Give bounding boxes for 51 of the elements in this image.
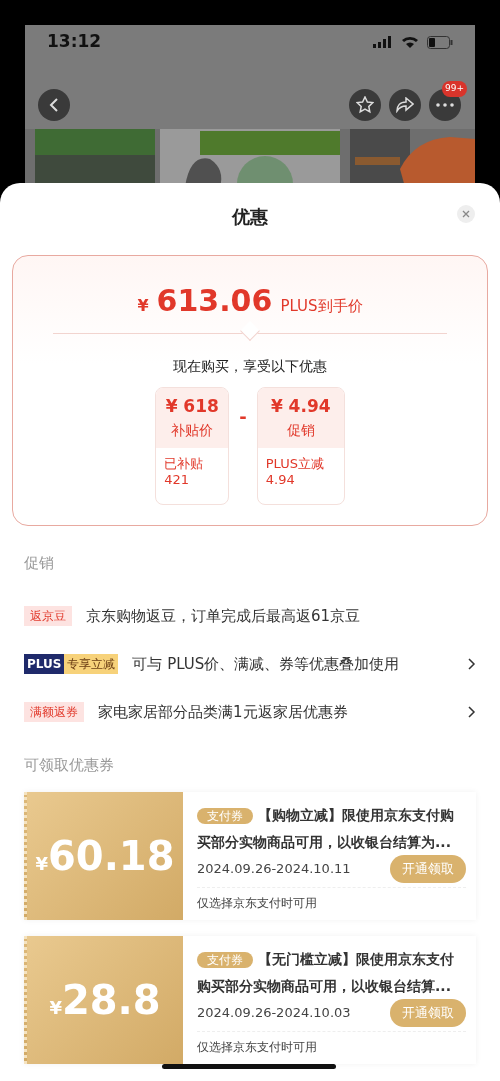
promo-tag: 专享立减: [64, 654, 119, 674]
promo-text: 可与 PLUS价、满减、券等优惠叠加使用: [132, 653, 401, 675]
section-heading: 可领取优惠券: [23, 755, 115, 776]
detail-value: 4.94: [265, 471, 296, 488]
coupon-date: 2024.09.26-2024.10.03: [197, 1004, 351, 1023]
chevron-icon[interactable]: [468, 706, 476, 718]
favorite-button[interactable]: [349, 89, 381, 121]
promo-text: 家电家居部分品类满1元返家居优惠券: [98, 701, 349, 723]
star-icon: [356, 96, 374, 114]
detail-label: PLUS立减: [265, 456, 325, 472]
chevron-icon[interactable]: [468, 658, 476, 670]
discount-subtitle: 现在购买，享受以下优惠: [172, 357, 328, 376]
back-button[interactable]: [38, 89, 70, 121]
status-time: 13:12: [47, 30, 102, 54]
battery-icon: [427, 35, 453, 49]
price-label: PLUS到手价: [280, 296, 363, 317]
plus-tag: PLUS: [24, 654, 65, 674]
claim-button[interactable]: 开通领取: [390, 855, 466, 883]
coupon-amount: 60.18: [48, 832, 175, 881]
share-icon: [396, 97, 414, 113]
detail-value: 421: [164, 471, 191, 488]
currency-symbol: ¥: [49, 996, 62, 1020]
sheet-title: 优惠: [230, 205, 269, 229]
more-icon: [436, 103, 454, 107]
currency-symbol: ¥: [137, 295, 149, 317]
claim-button[interactable]: 开通领取: [390, 999, 466, 1027]
section-heading: 促销: [23, 553, 55, 574]
currency-symbol: ¥: [35, 852, 48, 876]
share-button[interactable]: [389, 89, 421, 121]
coupon-amount: 28.8: [61, 976, 161, 1025]
signal-icon: [373, 36, 393, 48]
amount-label: 促销: [285, 420, 316, 440]
coupon-note: 仅选择京东支付时可用: [197, 894, 318, 912]
back-icon: [48, 97, 60, 113]
coupon-title: 支付券 【购物立减】限使用京东支付购买部分实物商品可用，以收银台结算为...: [197, 806, 455, 852]
amount-label: 补贴价: [170, 420, 215, 440]
final-price: 613.06: [156, 282, 273, 320]
coupon-title: 支付券 【无门槛立减】限使用京东支付购买部分实物商品可用，以收银台结算...: [197, 950, 455, 996]
promo-tag: 满额返券: [24, 702, 84, 722]
detail-label: 已补贴: [164, 456, 205, 472]
close-icon: [462, 210, 470, 218]
amount: ¥ 4.94: [269, 395, 332, 418]
notification-badge: 99+: [442, 81, 467, 97]
amount: ¥ 618: [164, 395, 220, 418]
minus-sign: -: [238, 405, 248, 429]
coupon-date: 2024.09.26-2024.10.11: [197, 860, 351, 879]
promo-text: 京东购物返豆，订单完成后最高返61京豆: [86, 605, 362, 627]
coupon-note: 仅选择京东支付时可用: [197, 1038, 318, 1056]
close-button[interactable]: [457, 205, 475, 223]
wifi-icon: [401, 35, 419, 49]
promo-tag: 返京豆: [24, 606, 72, 626]
